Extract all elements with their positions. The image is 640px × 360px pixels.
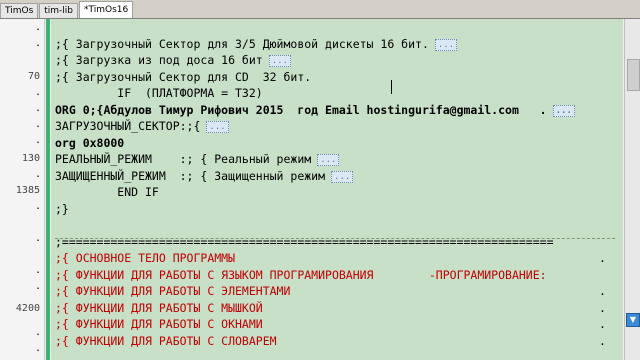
gutter-dot: . — [34, 103, 41, 114]
code-line: РЕАЛЬНЫЙ_РЕЖИМ :; { Реальный режим... — [55, 151, 340, 167]
line-number-gutter: . . 70 . . . . 130 . 1385 . . . . 4200 .… — [0, 19, 45, 360]
fold-marker[interactable]: ... — [434, 38, 458, 51]
tab-tim-lib[interactable]: tim-lib — [39, 3, 79, 18]
code-line: IF (ПЛАТФОРМА = T32) — [55, 86, 263, 100]
code-line: ЗАЩИЩЕННЫЙ_РЕЖИМ :; { Защищенный режим..… — [55, 168, 354, 184]
line-end-dot: . — [599, 317, 606, 331]
fold-marker[interactable]: ... — [268, 54, 291, 67]
line-number: 4200 — [15, 303, 40, 314]
fold-marker[interactable]: ... — [552, 104, 575, 117]
scrollbar-thumb[interactable] — [627, 59, 640, 91]
code-editor[interactable]: ;{ Загрузочный Сектор для 3/5 Дюймовой д… — [51, 19, 623, 360]
tab-timos[interactable]: TimOs — [0, 3, 39, 18]
code-line: ;{ Загрузочный Сектор для CD 32 бит. — [55, 70, 312, 84]
gutter-dot: . — [34, 22, 41, 33]
code-line: ;{ ФУНКЦИИ ДЛЯ РАБОТЫ С ЭЛЕМЕНТАМИ — [55, 284, 291, 298]
gutter-dot: . — [34, 135, 41, 146]
gutter-dot: . — [34, 201, 41, 212]
code-line: ;} — [55, 202, 69, 216]
fold-marker[interactable]: ... — [331, 170, 354, 183]
fold-marker[interactable]: ... — [206, 120, 229, 133]
code-line: ;{ ФУНКЦИИ ДЛЯ РАБОТЫ С СЛОВАРЕМ — [55, 334, 277, 348]
line-end-dot: . — [599, 301, 606, 315]
gutter-dot: . — [34, 38, 41, 49]
gutter-dot: . — [34, 281, 41, 292]
code-line: ;{ ОСНОВНОЕ ТЕЛО ПРОГРАММЫ — [55, 251, 236, 265]
line-end-dot: . — [599, 284, 606, 298]
tab-strip: TimOs tim-lib *TimOs16 — [0, 0, 640, 19]
code-line: ;{ ФУНКЦИИ ДЛЯ РАБОТЫ С ОКНАМИ — [55, 317, 263, 331]
change-marker-bar — [46, 19, 50, 360]
code-line: ;{ ФУНКЦИИ ДЛЯ РАБОТЫ С МЫШКОЙ — [55, 301, 263, 315]
code-line: ;{ ФУНКЦИИ ДЛЯ РАБОТЫ С ЯЗЫКОМ ПРОГРАМИР… — [55, 268, 547, 282]
gutter-dot: . — [34, 87, 41, 98]
text-cursor — [391, 80, 392, 94]
line-number: 70 — [27, 71, 40, 82]
code-line: ЗАГРУЗОЧНЫЙ_СЕКТОР:;{... — [55, 118, 229, 134]
code-line: org 0x8000 — [55, 136, 125, 150]
code-line: ;{ Загрузочный Сектор для 3/5 Дюймовой д… — [55, 36, 458, 52]
line-number: 1385 — [15, 185, 40, 196]
line-end-dot: . — [599, 334, 606, 348]
gutter-dot: . — [34, 327, 41, 338]
fold-marker[interactable]: ... — [317, 153, 340, 166]
gutter-dot: . — [34, 233, 41, 244]
line-number: 130 — [21, 153, 40, 164]
gutter-dot: . — [34, 343, 41, 354]
gutter-dot: . — [34, 265, 41, 276]
vertical-scrollbar[interactable] — [624, 19, 640, 360]
gutter-dot: . — [34, 169, 41, 180]
scroll-to-bottom-icon[interactable]: ▼ — [626, 313, 640, 327]
gutter-dot: . — [34, 119, 41, 130]
code-line: ;{ Загрузка из под доса 16 бит... — [55, 52, 291, 68]
line-end-dot: . — [599, 251, 606, 265]
tab-timos16[interactable]: *TimOs16 — [79, 1, 134, 18]
code-line: END IF — [55, 185, 159, 199]
code-line: ORG 0;{Абдулов Тимур Рифович 2015 год Em… — [55, 102, 575, 118]
separator-line: ;=======================================… — [55, 235, 554, 249]
